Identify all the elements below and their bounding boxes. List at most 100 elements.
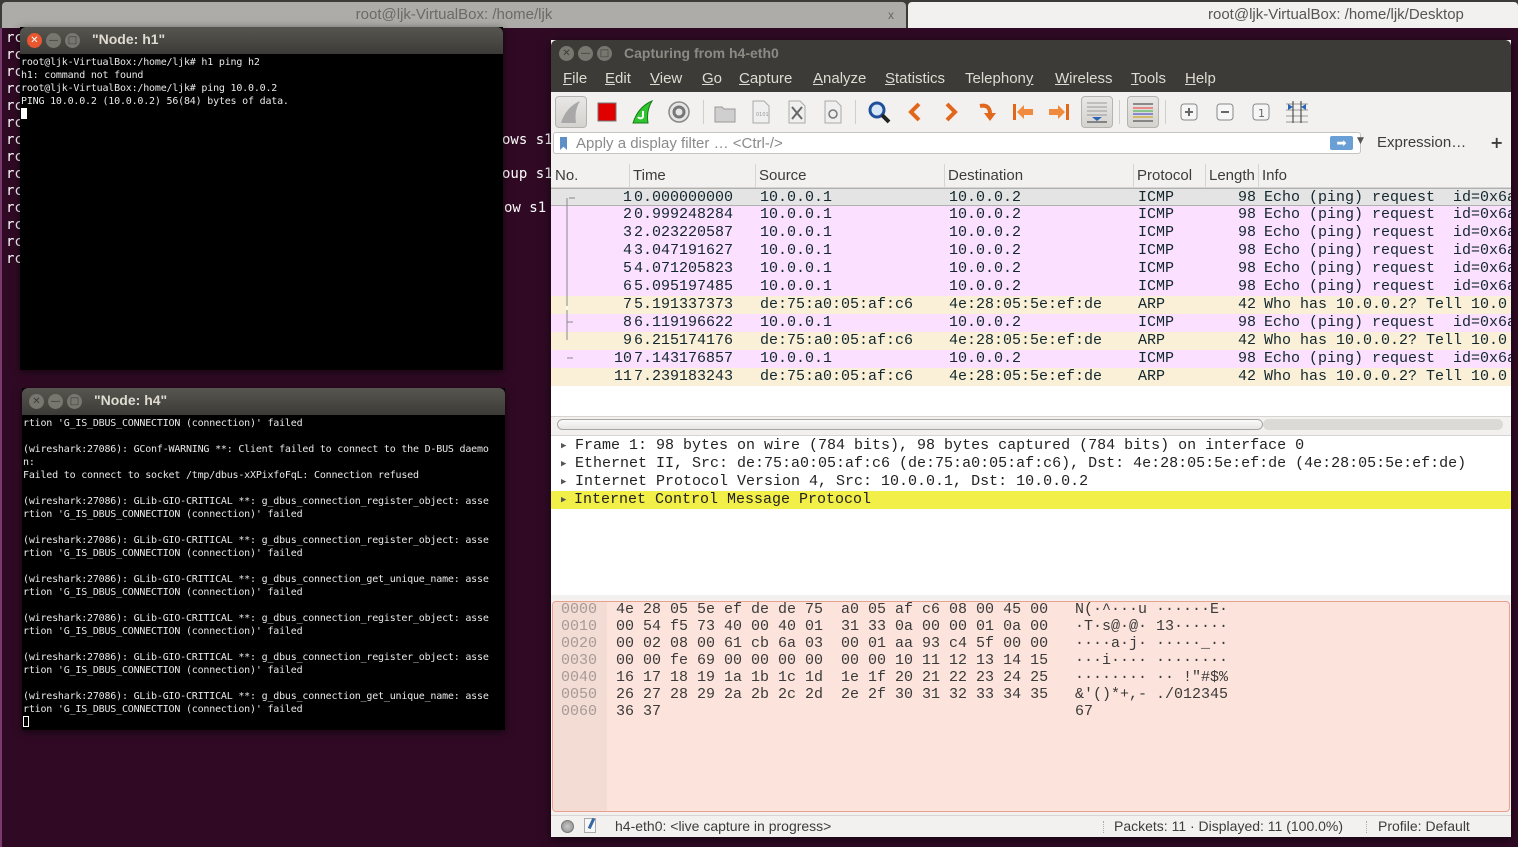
- scrollbar-thumb[interactable]: [557, 419, 1263, 430]
- hex-row[interactable]: 0050 26 27 28 29 2a 2b 2c 2d 2e 2f 30 31 …: [553, 686, 1509, 703]
- menu-help[interactable]: Help: [1185, 70, 1216, 87]
- expand-arrow-icon[interactable]: ▶: [561, 455, 566, 473]
- column-separator[interactable]: [1205, 164, 1206, 188]
- packet-list[interactable]: No. Time Source Destination Protocol Length In…: [551, 164, 1511, 422]
- save-file-button[interactable]: 0101: [745, 96, 777, 128]
- detail-tree-item[interactable]: ▶ Ethernet II, Src: de:75:a0:05:af:c6 (de…: [551, 455, 1511, 473]
- packet-row[interactable]: 8 6.119196622 10.0.0.1 10.0.0.2 ICMP 98 Echo (…: [551, 314, 1511, 332]
- auto-scroll-button[interactable]: [1081, 96, 1113, 128]
- maximize-icon[interactable]: □: [67, 394, 82, 409]
- start-capture-button[interactable]: [555, 96, 587, 128]
- column-header-destination[interactable]: Destination: [948, 167, 1023, 184]
- column-separator[interactable]: [944, 164, 945, 188]
- menu-capture[interactable]: Capture: [739, 70, 792, 87]
- close-icon[interactable]: ✕: [559, 46, 574, 61]
- zoom-in-button[interactable]: [1173, 96, 1205, 128]
- packet-row[interactable]: 11 7.239183243 de:75:a0:05:af:c6 4e:28:05:5…: [551, 368, 1511, 386]
- filter-history-dropdown[interactable]: ▼: [1357, 136, 1364, 146]
- menu-statistics[interactable]: Statistics: [885, 70, 945, 87]
- terminal-tab-home[interactable]: root@ljk-VirtualBox: /home/ljk x: [2, 2, 906, 28]
- minimize-icon[interactable]: —: [46, 33, 61, 48]
- display-filter-field[interactable]: ➡ ▼: [553, 132, 1364, 154]
- apply-filter-button[interactable]: ➡: [1330, 136, 1353, 150]
- hex-row[interactable]: 0020 00 02 08 00 61 cb 6a 03 00 01 aa 93 …: [553, 635, 1509, 652]
- packet-row[interactable]: 4 3.047191627 10.0.0.1 10.0.0.2 ICMP 98 Echo (…: [551, 242, 1511, 260]
- maximize-icon[interactable]: □: [597, 46, 612, 61]
- menu-analyze[interactable]: Analyze: [813, 70, 866, 87]
- hex-row[interactable]: 0030 00 00 fe 69 00 00 00 00 00 00 10 11 …: [553, 652, 1509, 669]
- close-tab-icon[interactable]: x: [888, 2, 894, 28]
- terminal-tab-desktop[interactable]: root@ljk-VirtualBox: /home/ljk/Desktop: [908, 2, 1518, 28]
- expand-arrow-icon[interactable]: ▶: [561, 437, 566, 455]
- resize-columns-button[interactable]: [1281, 96, 1313, 128]
- go-forward-button[interactable]: [935, 96, 967, 128]
- capture-comment-icon[interactable]: [584, 818, 596, 833]
- restart-capture-button[interactable]: [627, 96, 659, 128]
- colorize-button[interactable]: [1127, 96, 1159, 128]
- detail-tree-item[interactable]: ▶ Internet Control Message Protocol: [551, 491, 1511, 509]
- open-file-button[interactable]: [709, 96, 741, 128]
- horizontal-scrollbar[interactable]: [551, 416, 1511, 431]
- detail-tree-item[interactable]: ▶ Frame 1: 98 bytes on wire (784 bits), 9…: [551, 437, 1511, 455]
- menu-tools[interactable]: Tools: [1131, 70, 1166, 87]
- packet-row[interactable]: 3 2.023220587 10.0.0.1 10.0.0.2 ICMP 98 Echo (…: [551, 224, 1511, 242]
- menu-edit[interactable]: Edit: [605, 70, 631, 87]
- add-filter-button-icon[interactable]: +: [1490, 133, 1503, 152]
- menu-telephony[interactable]: Telephony: [965, 70, 1033, 87]
- column-separator[interactable]: [1133, 164, 1134, 188]
- column-header-no[interactable]: No.: [555, 167, 578, 184]
- packet-row[interactable]: 5 4.071205823 10.0.0.1 10.0.0.2 ICMP 98 Echo (…: [551, 260, 1511, 278]
- minimize-icon[interactable]: —: [48, 394, 63, 409]
- hex-row[interactable]: 0060 36 37 67: [553, 703, 1509, 720]
- packet-row[interactable]: 10 7.143176857 10.0.0.1 10.0.0.2 ICMP 98 Echo …: [551, 350, 1511, 368]
- packet-bytes[interactable]: 0000 4e 28 05 5e ef de de 75 a0 05 af c6 …: [552, 601, 1510, 812]
- close-file-button[interactable]: [781, 96, 813, 128]
- packet-row[interactable]: 6 5.095197485 10.0.0.1 10.0.0.2 ICMP 98 Echo (…: [551, 278, 1511, 296]
- menu-file[interactable]: File: [563, 70, 587, 87]
- node-h4-window[interactable]: ✕ — □ "Node: h4" rtion 'G_IS_DBUS_CONNEC…: [22, 388, 505, 730]
- bookmark-icon[interactable]: [560, 137, 567, 150]
- column-separator[interactable]: [629, 164, 630, 188]
- profile-selector[interactable]: Profile: Default: [1378, 818, 1470, 834]
- packet-row[interactable]: 7 5.191337373 de:75:a0:05:af:c6 4e:28:05:5e…: [551, 296, 1511, 314]
- menu-wireless[interactable]: Wireless: [1055, 70, 1113, 87]
- go-to-packet-button[interactable]: [971, 96, 1003, 128]
- terminal-output[interactable]: rtion 'G_IS_DBUS_CONNECTION (connection)…: [22, 415, 505, 731]
- hex-row[interactable]: 0010 00 54 f5 73 40 00 40 01 31 33 0a 00 …: [553, 618, 1509, 635]
- zoom-out-button[interactable]: [1209, 96, 1241, 128]
- capture-options-button[interactable]: [663, 96, 695, 128]
- normal-size-button[interactable]: 1: [1245, 96, 1277, 128]
- detail-tree-item[interactable]: ▶ Internet Protocol Version 4, Src: 10.0.…: [551, 473, 1511, 491]
- menu-go[interactable]: Go: [702, 70, 722, 87]
- column-header-source[interactable]: Source: [759, 167, 807, 184]
- column-header-info[interactable]: Info: [1262, 167, 1287, 184]
- wireshark-window[interactable]: ✕ — □ Capturing from h4-eth0 File Edit Vie…: [551, 40, 1511, 837]
- expand-arrow-icon[interactable]: ▶: [561, 491, 566, 509]
- terminal-output[interactable]: root@ljk-VirtualBox:/home/ljk# h1 ping h…: [20, 54, 503, 123]
- minimize-icon[interactable]: —: [578, 46, 593, 61]
- stop-capture-button[interactable]: [591, 96, 623, 128]
- column-header-time[interactable]: Time: [633, 167, 666, 184]
- reload-file-button[interactable]: [817, 96, 849, 128]
- column-header-length[interactable]: Length: [1209, 167, 1255, 184]
- window-titlebar[interactable]: ✕ — □ "Node: h4": [22, 388, 505, 415]
- packet-row[interactable]: 2 0.999248284 10.0.0.1 10.0.0.2 ICMP 98 Echo (…: [551, 206, 1511, 224]
- display-filter-input[interactable]: [576, 134, 1316, 153]
- packet-row[interactable]: 1 0.000000000 10.0.0.1 10.0.0.2 ICMP 98 Echo (…: [551, 188, 1511, 206]
- go-back-button[interactable]: [899, 96, 931, 128]
- hex-row[interactable]: 0000 4e 28 05 5e ef de de 75 a0 05 af c6 …: [553, 602, 1509, 618]
- hex-row[interactable]: 0040 16 17 18 19 1a 1b 1c 1d 1e 1f 20 21 …: [553, 669, 1509, 686]
- window-titlebar[interactable]: ✕ — □ Capturing from h4-eth0: [551, 40, 1511, 67]
- expand-arrow-icon[interactable]: ▶: [561, 473, 566, 491]
- close-icon[interactable]: ✕: [27, 33, 42, 48]
- maximize-icon[interactable]: □: [65, 33, 80, 48]
- find-packet-button[interactable]: [863, 96, 895, 128]
- scrollbar-track[interactable]: [1263, 419, 1503, 430]
- packet-row[interactable]: 9 6.215174176 de:75:a0:05:af:c6 4e:28:05:5e…: [551, 332, 1511, 350]
- column-header-protocol[interactable]: Protocol: [1137, 167, 1192, 184]
- window-titlebar[interactable]: ✕ — □ "Node: h1": [20, 27, 503, 54]
- last-packet-button[interactable]: [1043, 96, 1075, 128]
- expert-info-icon[interactable]: [561, 820, 574, 833]
- expression-button[interactable]: Expression…: [1377, 134, 1466, 151]
- first-packet-button[interactable]: [1007, 96, 1039, 128]
